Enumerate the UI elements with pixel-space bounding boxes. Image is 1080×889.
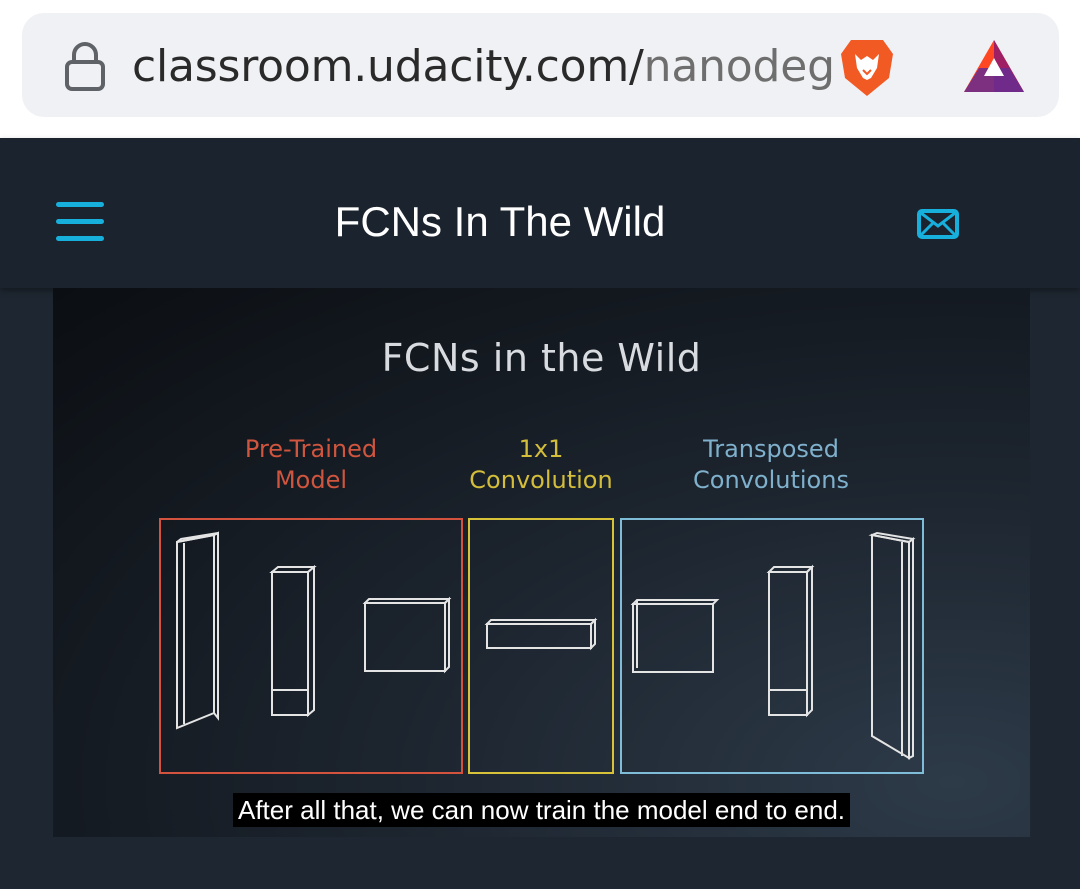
layer-slab [868,531,916,760]
layer-shapes-diagram [176,531,916,760]
caption-text: After all that, we can now train the mod… [232,793,851,827]
brave-lion-icon[interactable] [837,34,897,100]
bat-rewards-icon[interactable] [962,38,1026,94]
url-domain: classroom.udacity.com/ [132,41,644,92]
mail-icon[interactable] [917,209,959,239]
lock-icon[interactable] [62,42,108,92]
url-text[interactable]: classroom.udacity.com/nanodeg [132,40,835,94]
layer-slab [630,599,720,673]
layer-slab [484,617,598,651]
layer-slab [362,596,452,674]
app-header: FCNs In The Wild [0,138,1080,288]
layer-slab [176,531,219,730]
page-title: FCNs In The Wild [334,198,666,245]
browser-toolbar: classroom.udacity.com/nanodeg [0,0,1080,138]
layer-slab [269,564,317,718]
video-caption: After all that, we can now train the mod… [53,792,1030,828]
layer-slab [766,564,815,718]
url-path: nanodeg [643,41,835,92]
video-player[interactable]: FCNs in the Wild Pre-Trained Model 1x1 C… [53,288,1030,837]
